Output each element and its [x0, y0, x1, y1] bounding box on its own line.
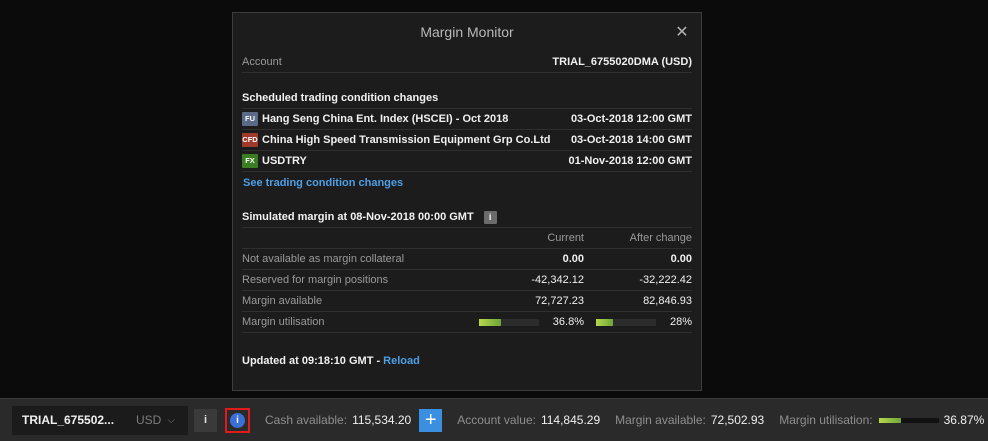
scheduled-date: 03-Oct-2018 12:00 GMT — [570, 113, 692, 125]
account-currency: USD — [136, 413, 162, 427]
row-label: Margin utilisation — [242, 316, 325, 328]
close-icon[interactable]: ✕ — [673, 13, 691, 52]
scheduled-item: FU Hang Seng China Ent. Index (HSCEI) - … — [242, 109, 692, 130]
row-current-value: -42,342.12 — [531, 274, 584, 286]
margin-utilisation-fill — [878, 417, 901, 423]
account-bar: TRIAL_675502... USD ⌵ i i Cash available… — [0, 398, 988, 441]
account-value: 114,845.29 — [540, 413, 601, 427]
margin-utilisation-value: 36.87% — [943, 413, 985, 427]
dialog-header: Margin Monitor ✕ — [233, 13, 701, 52]
updated-row: Updated at 09:18:10 GMT - Reload — [242, 350, 692, 371]
table-row: Reserved for margin positions -42,342.12… — [242, 270, 692, 291]
simulated-title-row: Simulated margin at 08-Nov-2018 00:00 GM… — [242, 207, 692, 228]
chevron-down-icon: ⌵ — [167, 414, 175, 426]
account-label: Account — [242, 56, 282, 68]
row-after-value: 0.00 — [670, 253, 692, 265]
column-header-current: Current — [547, 232, 584, 244]
reload-link[interactable]: Reload — [383, 355, 420, 367]
row-label: Reserved for margin positions — [242, 274, 389, 286]
info-circle-icon: i — [230, 412, 245, 428]
account-selector[interactable]: TRIAL_675502... USD ⌵ — [12, 405, 188, 435]
row-current-value: 72,727.23 — [535, 295, 584, 307]
cfd-badge-icon: CFD — [242, 133, 258, 147]
utilisation-current-fill — [478, 318, 501, 326]
row-after-value: 82,846.93 — [643, 295, 692, 307]
row-after-value: -32,222.42 — [639, 274, 692, 286]
scheduled-instrument: USDTRY — [262, 155, 307, 167]
account-row: Account TRIAL_6755020DMA (USD) — [242, 52, 692, 73]
margin-utilisation-bar — [878, 417, 939, 423]
deposit-plus-button[interactable]: + — [419, 408, 443, 432]
cash-available-label: Cash available: — [265, 413, 348, 427]
scheduled-instrument: Hang Seng China Ent. Index (HSCEI) - Oct… — [262, 113, 509, 125]
account-info-button[interactable]: i — [194, 408, 217, 432]
dialog-title: Margin Monitor — [420, 24, 514, 40]
utilisation-current-bar — [478, 318, 539, 326]
table-row-utilisation: Margin utilisation 36.8% 28% — [242, 312, 692, 333]
table-row: Not available as margin collateral 0.00 … — [242, 249, 692, 270]
scheduled-date: 03-Oct-2018 14:00 GMT — [570, 134, 692, 146]
scheduled-instrument: China High Speed Transmission Equipment … — [262, 134, 551, 146]
scheduled-title: Scheduled trading condition changes — [242, 88, 692, 109]
updated-text: Updated at 09:18:10 GMT - — [242, 354, 381, 367]
utilisation-after-fill — [595, 318, 613, 326]
margin-utilisation-label: Margin utilisation: — [779, 413, 873, 427]
see-trading-condition-changes-link[interactable]: See trading condition changes — [243, 177, 403, 189]
margin-monitor-button[interactable]: i — [225, 407, 250, 433]
row-current-value: 0.00 — [562, 253, 584, 265]
margin-available-value: 72,502.93 — [710, 413, 765, 427]
account-value-label: Account value: — [457, 413, 536, 427]
account-value: TRIAL_6755020DMA (USD) — [552, 56, 692, 68]
table-row: Margin available 72,727.23 82,846.93 — [242, 291, 692, 312]
scheduled-date: 01-Nov-2018 12:00 GMT — [568, 155, 693, 167]
utilisation-after-value: 28% — [669, 316, 692, 328]
margin-available-label: Margin available: — [615, 413, 706, 427]
scheduled-item: CFD China High Speed Transmission Equipm… — [242, 130, 692, 151]
row-label: Margin available — [242, 295, 323, 307]
account-name: TRIAL_675502... — [22, 413, 115, 427]
futures-badge-icon: FU — [242, 112, 258, 126]
scheduled-item: FX USDTRY 01-Nov-2018 12:00 GMT — [242, 151, 692, 172]
cash-available-value: 115,534.20 — [352, 413, 412, 427]
utilisation-current-value: 36.8% — [552, 316, 584, 328]
column-header-after-change: After change — [629, 232, 692, 244]
simulated-title: Simulated margin at 08-Nov-2018 00:00 GM… — [242, 210, 474, 223]
row-label: Not available as margin collateral — [242, 253, 405, 265]
utilisation-after-bar — [595, 318, 656, 326]
fx-badge-icon: FX — [242, 154, 258, 168]
margin-monitor-dialog: Margin Monitor ✕ Account TRIAL_6755020DM… — [232, 12, 702, 391]
margin-table-header: Current After change — [242, 228, 692, 249]
info-icon[interactable]: i — [483, 210, 497, 224]
